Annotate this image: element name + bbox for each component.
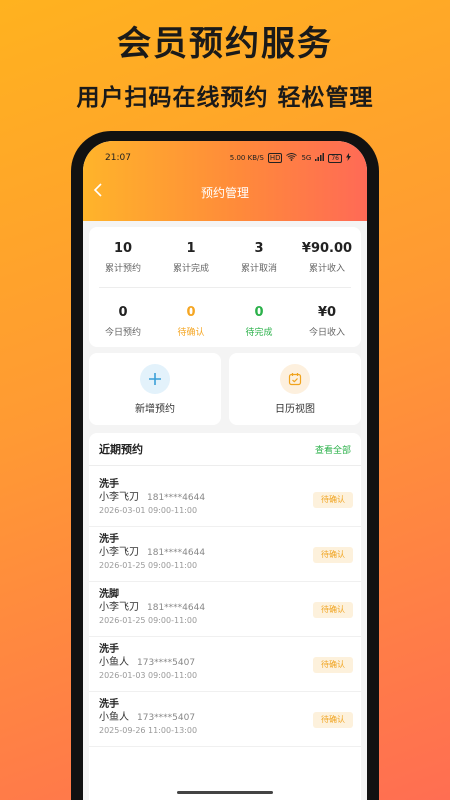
- page-title: 预约管理: [200, 185, 249, 200]
- calendar-view-label: 日历视图: [275, 403, 315, 415]
- stat-value: ¥0: [317, 305, 337, 320]
- customer-phone: 181****4644: [147, 493, 206, 503]
- status-badge: 待确认: [313, 602, 353, 618]
- stat-label: 累计预约: [104, 264, 141, 274]
- stat-label: 累计完成: [172, 264, 209, 274]
- quick-actions: 新增预约 日历视图: [89, 353, 361, 425]
- stat-total-cancelled: 3 累计取消: [225, 231, 293, 274]
- stats-row-today: 0 今日预约 0 待确认 0 待完成 ¥0 今日收入: [89, 295, 361, 338]
- wifi-icon: [286, 153, 298, 163]
- booking-service: 洗脚: [99, 589, 119, 600]
- promo-subtitle: 用户扫码在线预约 轻松管理: [76, 85, 374, 111]
- stat-value: 0: [186, 305, 196, 320]
- status-icons: 5.00 KB/S HD 5G 76: [230, 153, 351, 163]
- calendar-check-icon: [280, 363, 310, 394]
- stats-row-total: 10 累计预约 1 累计完成 3 累计取消 ¥90.00 累计收入: [89, 231, 361, 274]
- nav-bar: 预约管理: [83, 179, 367, 205]
- stat-label: 累计收入: [308, 264, 345, 274]
- plus-icon: [140, 363, 170, 394]
- net-speed: 5.00 KB/S: [229, 154, 264, 162]
- view-all-link[interactable]: 查看全部: [315, 443, 351, 456]
- customer-phone: 173****5407: [137, 658, 196, 668]
- stats-divider: [99, 287, 351, 288]
- stat-today-income: ¥0 今日收入: [293, 295, 361, 338]
- customer-phone: 181****4644: [147, 603, 206, 613]
- stat-label: 今日预约: [104, 328, 141, 338]
- hd-badge: HD: [267, 153, 283, 163]
- signal-icon: [315, 153, 325, 163]
- stat-label: 累计取消: [240, 264, 277, 274]
- stat-pending-confirm: 0 待确认: [157, 295, 225, 338]
- stat-total-completed: 1 累计完成: [157, 231, 225, 274]
- booking-row[interactable]: 洗手 小鱼人 173****5407 2026-01-03 09:00-11:00…: [89, 637, 361, 692]
- stat-value: 0: [118, 305, 128, 320]
- stat-total-income: ¥90.00 累计收入: [293, 231, 361, 274]
- calendar-view-button[interactable]: 日历视图: [229, 353, 361, 425]
- promo-title: 会员预约服务: [117, 24, 333, 64]
- stat-today-bookings: 0 今日预约: [89, 295, 157, 338]
- status-badge: 待确认: [313, 712, 353, 728]
- recent-title: 近期预约: [99, 443, 143, 456]
- stat-total-bookings: 10 累计预约: [89, 231, 157, 274]
- customer-name: 小李飞刀: [99, 492, 139, 503]
- status-time: 21:07: [105, 153, 131, 163]
- customer-name: 小李飞刀: [99, 547, 139, 558]
- customer-name: 小李飞刀: [99, 602, 139, 613]
- battery-icon: 76: [328, 153, 342, 163]
- app-screen: 21:07 5.00 KB/S HD 5G 76 预约管理 10 累计预约 1 …: [83, 141, 367, 800]
- phone-frame: 21:07 5.00 KB/S HD 5G 76 预约管理 10 累计预约 1 …: [71, 131, 379, 800]
- app-header: 21:07 5.00 KB/S HD 5G 76 预约管理: [83, 141, 367, 221]
- customer-name: 小鱼人: [99, 657, 129, 668]
- booking-service: 洗手: [99, 479, 119, 490]
- recent-bookings-card: 近期预约 查看全部 洗手 小李飞刀 181****4644 2026-03-01 …: [89, 433, 361, 800]
- booking-service: 洗手: [99, 644, 119, 655]
- stat-pending-complete: 0 待完成: [225, 295, 293, 338]
- booking-row[interactable]: 洗手 小李飞刀 181****4644 2026-03-01 09:00-11:0…: [89, 472, 361, 527]
- charging-icon: [346, 153, 351, 163]
- stat-value: ¥90.00: [301, 241, 353, 256]
- stats-card: 10 累计预约 1 累计完成 3 累计取消 ¥90.00 累计收入 0 今日预约…: [89, 227, 361, 347]
- stat-label: 待完成: [245, 328, 273, 338]
- status-badge: 待确认: [313, 547, 353, 563]
- booking-row[interactable]: 洗脚 小李飞刀 181****4644 2026-01-25 09:00-11:0…: [89, 582, 361, 637]
- booking-row[interactable]: 洗手 小李飞刀 181****4644 2026-01-25 09:00-11:0…: [89, 527, 361, 582]
- status-bar: 21:07 5.00 KB/S HD 5G 76: [105, 151, 351, 165]
- signal-label: 5G: [301, 154, 312, 162]
- customer-phone: 173****5407: [137, 713, 196, 723]
- recent-header: 近期预约 查看全部: [89, 433, 361, 466]
- customer-phone: 181****4644: [147, 548, 206, 558]
- booking-row[interactable]: 洗手 小鱼人 173****5407 2025-09-26 11:00-13:00…: [89, 692, 361, 747]
- stat-label: 今日收入: [308, 328, 345, 338]
- stat-value: 10: [113, 241, 133, 256]
- stat-label: 待确认: [177, 328, 205, 338]
- stat-value: 0: [254, 305, 264, 320]
- new-booking-button[interactable]: 新增预约: [89, 353, 221, 425]
- customer-name: 小鱼人: [99, 712, 129, 723]
- chevron-left-icon[interactable]: [93, 182, 109, 202]
- booking-service: 洗手: [99, 534, 119, 545]
- home-indicator[interactable]: [177, 791, 273, 794]
- booking-list: 洗手 小李飞刀 181****4644 2026-03-01 09:00-11:0…: [89, 472, 361, 747]
- new-booking-label: 新增预约: [135, 403, 175, 415]
- status-badge: 待确认: [313, 492, 353, 508]
- status-badge: 待确认: [313, 657, 353, 673]
- booking-service: 洗手: [99, 699, 119, 710]
- stat-value: 1: [186, 241, 196, 256]
- stat-value: 3: [254, 241, 264, 256]
